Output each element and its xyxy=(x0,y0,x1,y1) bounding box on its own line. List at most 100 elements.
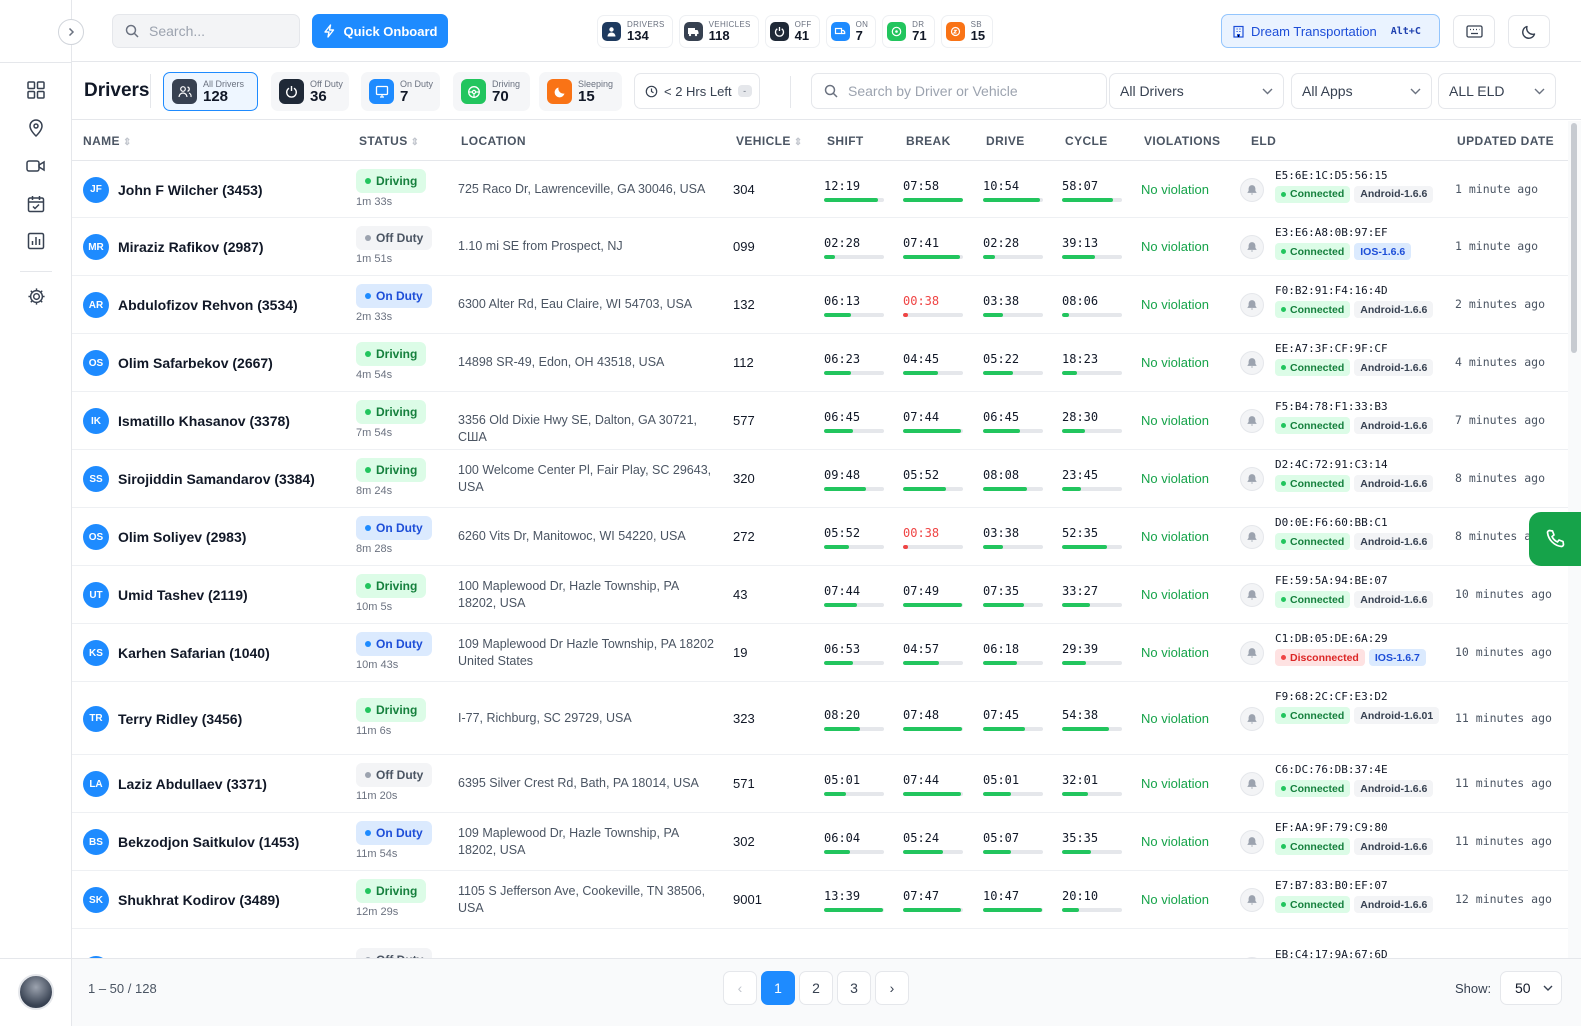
page-2-button[interactable]: 2 xyxy=(799,971,833,1005)
table-row[interactable]: UT Umid Tashev (2119) Driving 10m 5s 100… xyxy=(72,566,1568,624)
driver-name-cell[interactable]: SS Sirojiddin Samandarov (3384) xyxy=(83,466,315,492)
tab-all-drivers[interactable]: All Drivers 128 xyxy=(163,72,258,111)
table-row[interactable]: AR Abdulofizov Rehvon (3534) On Duty 2m … xyxy=(72,276,1568,334)
table-row[interactable]: KS Karhen Safarian (1040) On Duty 10m 43… xyxy=(72,624,1568,682)
location-text: 1105 S Jefferson Ave, Cookeville, TN 385… xyxy=(458,884,706,915)
notify-bell-button[interactable] xyxy=(1240,467,1264,491)
notify-bell-button[interactable] xyxy=(1240,888,1264,912)
driver-name[interactable]: Sirojiddin Samandarov (3384) xyxy=(118,471,315,487)
driver-name-cell[interactable]: TR Terry Ridley (3456) xyxy=(83,705,242,732)
driver-name-cell[interactable]: JF John F Wilcher (3453) xyxy=(83,176,263,203)
driver-name-cell[interactable]: UT Umid Tashev (2119) xyxy=(83,582,248,608)
counter-drivers[interactable]: DRIVERS 134 xyxy=(597,15,673,48)
driver-name[interactable]: Miraziz Rafikov (2987) xyxy=(118,239,264,255)
page-3-button[interactable]: 3 xyxy=(837,971,871,1005)
driver-vehicle-search-input[interactable]: Search by Driver or Vehicle xyxy=(811,73,1107,109)
counter-off[interactable]: OFF 41 xyxy=(764,15,820,48)
driver-name[interactable]: Umid Tashev (2119) xyxy=(118,587,248,603)
table-row[interactable]: OS Olim Safarbekov (2667) Driving 4m 54s… xyxy=(72,334,1568,392)
driver-name[interactable]: John F Wilcher (3453) xyxy=(118,182,263,198)
settings-gear-icon[interactable] xyxy=(24,284,48,308)
driver-name-cell[interactable]: IK Ismatillo Khasanov (3378) xyxy=(83,408,290,434)
driver-name[interactable]: Abdulofizov Rehvon (3534) xyxy=(118,297,298,313)
eld-cell: C6:DC:76:DB:37:4E Connected Android-1.6.… xyxy=(1275,763,1440,797)
counter-driving[interactable]: DR 71 xyxy=(882,15,935,48)
video-camera-icon[interactable] xyxy=(24,154,48,178)
eld-select[interactable]: ALL ELD xyxy=(1438,73,1556,109)
counter-vehicles[interactable]: VEHICLES 118 xyxy=(678,15,759,48)
keyboard-shortcuts-button[interactable] xyxy=(1453,15,1495,48)
driver-name-cell[interactable]: SK Shukhrat Kodirov (3489) xyxy=(83,887,280,913)
tab-on-duty[interactable]: On Duty 7 xyxy=(361,72,440,111)
next-page-button[interactable]: › xyxy=(875,971,909,1005)
hours-left-filter[interactable]: < 2 Hrs Left - xyxy=(634,73,760,109)
previous-page-button[interactable]: ‹ xyxy=(723,971,757,1005)
page-1-button[interactable]: 1 xyxy=(761,971,795,1005)
location-pin-icon[interactable] xyxy=(24,116,48,140)
column-header-vehicle[interactable]: VEHICLE ⇕ xyxy=(736,134,803,148)
tab-sleeping[interactable]: Sleeping 15 xyxy=(539,72,622,111)
driver-name[interactable]: Olim Safarbekov (2667) xyxy=(118,355,273,371)
eld-cell: E3:E6:A8:0B:97:EF Connected IOS-1.6.6 xyxy=(1275,226,1440,260)
page-size-select[interactable]: 50 xyxy=(1500,971,1562,1005)
table-row[interactable]: MR Miraziz Rafikov (2987) Off Duty 1m 51… xyxy=(72,218,1568,276)
table-row[interactable]: LA Laziz Abdullaev (3371) Off Duty 11m 2… xyxy=(72,755,1568,813)
driver-name-cell[interactable]: BS Bekzodjon Saitkulov (1453) xyxy=(83,829,299,855)
cycle-progress-bar xyxy=(1062,429,1122,433)
table-row[interactable]: Off Duty xyxy=(72,929,1568,958)
call-support-button[interactable] xyxy=(1529,512,1581,566)
counter-sleeper[interactable]: SB 15 xyxy=(940,15,994,48)
table-row[interactable]: BS Bekzodjon Saitkulov (1453) On Duty 11… xyxy=(72,813,1568,871)
counter-on[interactable]: ON 7 xyxy=(825,15,877,48)
driver-name[interactable]: Ismatillo Khasanov (3378) xyxy=(118,413,290,429)
company-switcher-button[interactable]: Dream Transportation Alt+C xyxy=(1221,14,1440,48)
column-header-status[interactable]: STATUS ⇕ xyxy=(359,134,419,148)
driver-name-cell[interactable]: LA Laziz Abdullaev (3371) xyxy=(83,771,267,797)
quick-onboard-button[interactable]: Quick Onboard xyxy=(312,14,448,48)
notify-bell-button[interactable] xyxy=(1240,293,1264,317)
global-search-input[interactable]: Search... xyxy=(112,14,300,48)
driver-name[interactable]: Bekzodjon Saitkulov (1453) xyxy=(118,834,299,850)
drivers-select[interactable]: All Drivers xyxy=(1109,73,1284,109)
scrollbar-thumb[interactable] xyxy=(1571,123,1577,353)
notify-bell-button[interactable] xyxy=(1240,525,1264,549)
notify-bell-button[interactable] xyxy=(1240,583,1264,607)
driver-name[interactable]: Laziz Abdullaev (3371) xyxy=(118,776,267,792)
status-badge: On Duty xyxy=(356,821,432,845)
collapse-sidebar-button[interactable] xyxy=(58,19,84,45)
apps-select[interactable]: All Apps xyxy=(1291,73,1432,109)
table-row[interactable]: SK Shukhrat Kodirov (3489) Driving 12m 2… xyxy=(72,871,1568,929)
notify-bell-button[interactable] xyxy=(1240,830,1264,854)
tab-count: 128 xyxy=(203,87,229,105)
calendar-check-icon[interactable] xyxy=(24,192,48,216)
notify-bell-button[interactable] xyxy=(1240,177,1264,202)
notify-bell-button[interactable] xyxy=(1240,409,1264,433)
driver-name[interactable]: Olim Soliyev (2983) xyxy=(118,529,246,545)
tab-driving[interactable]: Driving 70 xyxy=(453,72,530,111)
column-header-shift: SHIFT xyxy=(827,134,864,148)
table-row[interactable]: IK Ismatillo Khasanov (3378) Driving 7m … xyxy=(72,392,1568,450)
bar-chart-icon[interactable] xyxy=(24,229,48,253)
notify-bell-button[interactable] xyxy=(1240,706,1264,731)
notify-bell-button[interactable] xyxy=(1240,351,1264,375)
tab-off-duty[interactable]: Off Duty 36 xyxy=(271,72,349,111)
notify-bell-button[interactable] xyxy=(1240,641,1264,665)
driver-name-cell[interactable]: AR Abdulofizov Rehvon (3534) xyxy=(83,292,298,318)
driver-name[interactable]: Karhen Safarian (1040) xyxy=(118,645,270,661)
table-row[interactable]: SS Sirojiddin Samandarov (3384) Driving … xyxy=(72,450,1568,508)
theme-toggle-button[interactable] xyxy=(1508,15,1550,48)
driver-name[interactable]: Terry Ridley (3456) xyxy=(118,711,242,727)
table-row[interactable]: OS Olim Soliyev (2983) On Duty 8m 28s 62… xyxy=(72,508,1568,566)
dashboard-grid-icon[interactable] xyxy=(24,78,48,102)
table-row[interactable]: JF John F Wilcher (3453) Driving 1m 33s … xyxy=(72,161,1568,218)
driver-name-cell[interactable]: KS Karhen Safarian (1040) xyxy=(83,640,270,666)
driver-name-cell[interactable]: OS Olim Safarbekov (2667) xyxy=(83,350,273,376)
driver-name[interactable]: Shukhrat Kodirov (3489) xyxy=(118,892,280,908)
driver-name-cell[interactable]: MR Miraziz Rafikov (2987) xyxy=(83,234,264,260)
driver-name-cell[interactable]: OS Olim Soliyev (2983) xyxy=(83,524,246,550)
column-header-name[interactable]: NAME ⇕ xyxy=(83,134,132,148)
user-avatar[interactable] xyxy=(18,974,54,1010)
table-row[interactable]: TR Terry Ridley (3456) Driving 11m 6s I-… xyxy=(72,682,1568,755)
notify-bell-button[interactable] xyxy=(1240,772,1264,796)
notify-bell-button[interactable] xyxy=(1240,235,1264,259)
